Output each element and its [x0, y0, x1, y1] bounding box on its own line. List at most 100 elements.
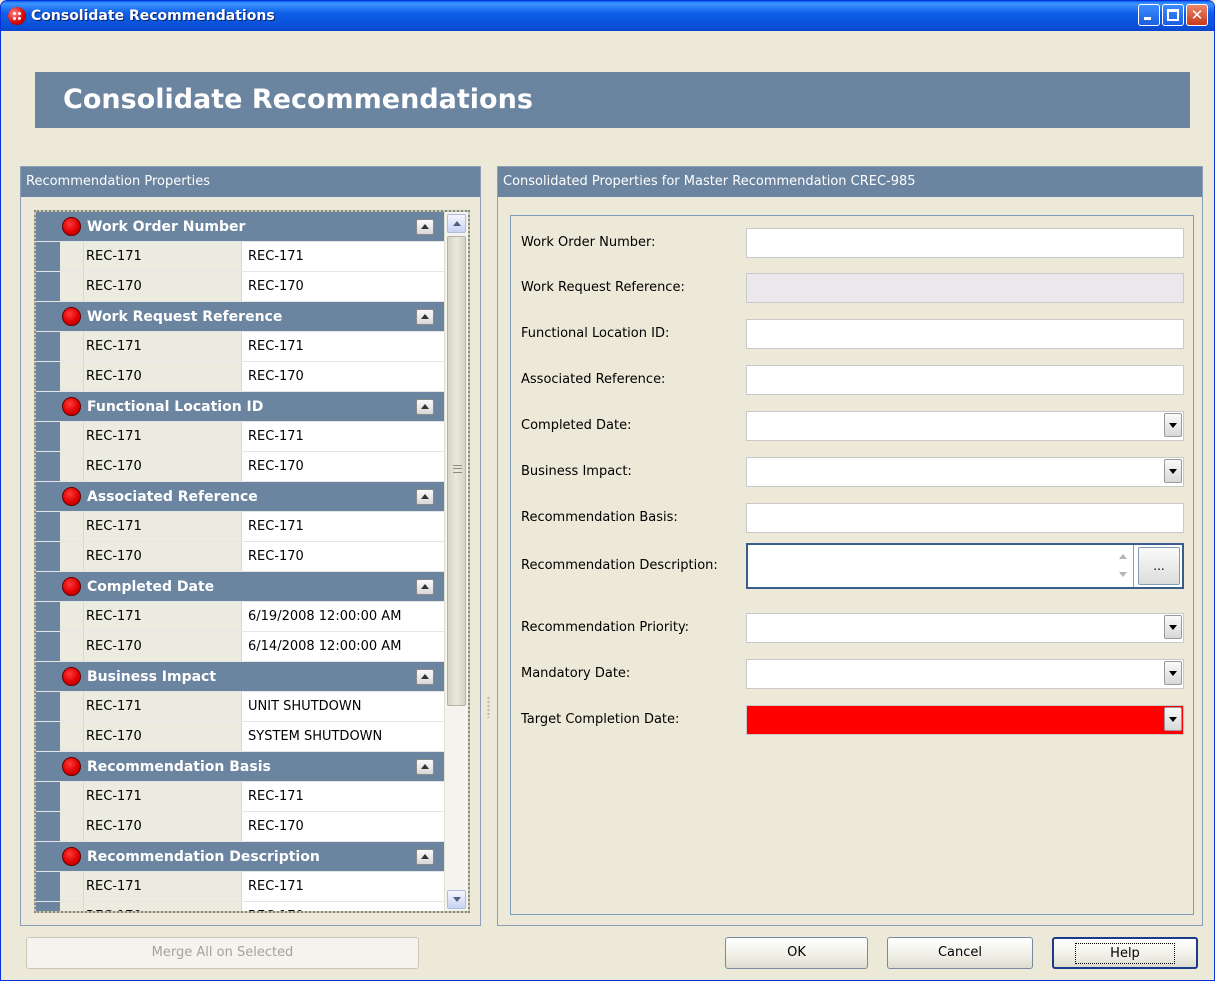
grid-row[interactable]: REC-170REC-170: [36, 542, 444, 572]
grid-row[interactable]: REC-170REC-170: [36, 812, 444, 842]
memo-scroll[interactable]: [1114, 548, 1132, 584]
chevron-up-icon[interactable]: [1114, 548, 1132, 566]
text-field[interactable]: [746, 319, 1184, 349]
text-field[interactable]: [746, 228, 1184, 258]
row-selector[interactable]: [60, 452, 84, 481]
row-selector[interactable]: [60, 782, 84, 811]
scroll-down-button[interactable]: [447, 890, 466, 909]
group-header[interactable]: Business Impact: [36, 662, 444, 692]
row-selector[interactable]: [60, 362, 84, 391]
ok-button[interactable]: OK: [725, 937, 868, 969]
group-header[interactable]: Completed Date: [36, 572, 444, 602]
row-selector[interactable]: [60, 602, 84, 631]
row-selector[interactable]: [60, 872, 84, 901]
collapse-up-icon[interactable]: [416, 489, 434, 505]
text-field[interactable]: [746, 503, 1184, 533]
maximize-icon: [1167, 9, 1179, 21]
chevron-down-icon[interactable]: [1114, 566, 1132, 584]
chevron-down-icon[interactable]: [1164, 707, 1182, 731]
grid-row[interactable]: REC-170REC-170: [36, 902, 444, 911]
group-header[interactable]: Associated Reference: [36, 482, 444, 512]
property-value-cell[interactable]: REC-170: [242, 272, 444, 301]
grid-row[interactable]: REC-171 REC-171: [36, 332, 444, 362]
property-value-cell[interactable]: 6/14/2008 12:00:00 AM: [242, 632, 444, 661]
grid-row[interactable]: REC-171 UNIT SHUTDOWN: [36, 692, 444, 722]
grid-row[interactable]: REC-171 REC-171: [36, 512, 444, 542]
panel-splitter[interactable]: [484, 166, 494, 926]
property-value-cell[interactable]: REC-170: [242, 362, 444, 391]
vertical-scrollbar[interactable]: [444, 212, 468, 911]
group-header[interactable]: Work Order Number: [36, 212, 444, 242]
cancel-button[interactable]: Cancel: [887, 937, 1033, 969]
property-value-cell[interactable]: REC-171: [242, 242, 444, 271]
collapse-up-icon[interactable]: [416, 759, 434, 775]
property-value-cell[interactable]: REC-170: [242, 902, 444, 911]
grid-row[interactable]: REC-170 6/14/2008 12:00:00 AM: [36, 632, 444, 662]
row-selector[interactable]: [60, 272, 84, 301]
chevron-down-icon[interactable]: [1164, 413, 1182, 437]
dropdown-field[interactable]: [746, 659, 1184, 689]
collapse-up-icon[interactable]: [416, 669, 434, 685]
property-value-cell[interactable]: REC-170: [242, 452, 444, 481]
row-selector[interactable]: [60, 722, 84, 751]
group-header[interactable]: Functional Location ID: [36, 392, 444, 422]
row-selector[interactable]: [60, 422, 84, 451]
close-button[interactable]: ✕: [1186, 4, 1208, 26]
property-value-cell[interactable]: SYSTEM SHUTDOWN: [242, 722, 444, 751]
row-selector[interactable]: [60, 542, 84, 571]
merge-all-button[interactable]: Merge All on Selected: [26, 937, 419, 969]
dropdown-field[interactable]: [746, 411, 1184, 441]
recommendation-description-field[interactable]: ...: [746, 543, 1184, 589]
maximize-button[interactable]: [1162, 4, 1184, 26]
row-selector[interactable]: [60, 332, 84, 361]
dropdown-field[interactable]: [746, 705, 1184, 735]
title-bar[interactable]: Consolidate Recommendations ✕: [1, 1, 1214, 31]
property-value-cell[interactable]: UNIT SHUTDOWN: [242, 692, 444, 721]
collapse-up-icon[interactable]: [416, 219, 434, 235]
form-row: Recommendation Basis:: [511, 503, 1193, 533]
chevron-down-icon[interactable]: [1164, 661, 1182, 685]
row-selector[interactable]: [60, 902, 84, 911]
grid-row[interactable]: REC-171 REC-171: [36, 782, 444, 812]
property-value-cell[interactable]: REC-170: [242, 812, 444, 841]
grid-row[interactable]: REC-171 REC-171: [36, 872, 444, 902]
text-field[interactable]: [746, 365, 1184, 395]
scroll-up-button[interactable]: [447, 214, 466, 233]
scroll-thumb[interactable]: [447, 236, 466, 706]
properties-grid[interactable]: Work Order Number REC-171 REC-171 REC-170 RE…: [34, 210, 470, 913]
row-selector[interactable]: [60, 692, 84, 721]
minimize-button[interactable]: [1138, 4, 1160, 26]
collapse-up-icon[interactable]: [416, 399, 434, 415]
collapse-up-icon[interactable]: [416, 849, 434, 865]
collapse-up-icon[interactable]: [416, 309, 434, 325]
grid-row[interactable]: REC-170 SYSTEM SHUTDOWN: [36, 722, 444, 752]
property-value-cell[interactable]: REC-171: [242, 782, 444, 811]
row-selector[interactable]: [60, 812, 84, 841]
row-selector[interactable]: [60, 242, 84, 271]
grid-row[interactable]: REC-171 REC-171: [36, 242, 444, 272]
grid-row[interactable]: REC-170REC-170: [36, 452, 444, 482]
row-selector[interactable]: [60, 632, 84, 661]
property-value-cell[interactable]: 6/19/2008 12:00:00 AM: [242, 602, 444, 631]
grid-row[interactable]: REC-170REC-170: [36, 362, 444, 392]
dropdown-field[interactable]: [746, 613, 1184, 643]
group-header[interactable]: Recommendation Basis: [36, 752, 444, 782]
property-value-cell[interactable]: REC-170: [242, 542, 444, 571]
grid-row[interactable]: REC-170REC-170: [36, 272, 444, 302]
property-value-cell[interactable]: REC-171: [242, 872, 444, 901]
property-value-cell[interactable]: REC-171: [242, 332, 444, 361]
group-header[interactable]: Recommendation Description: [36, 842, 444, 872]
group-header[interactable]: Work Request Reference: [36, 302, 444, 332]
grid-row[interactable]: REC-171 REC-171: [36, 422, 444, 452]
dropdown-field[interactable]: [746, 457, 1184, 487]
collapse-up-icon[interactable]: [416, 579, 434, 595]
row-selector[interactable]: [60, 512, 84, 541]
grid-row[interactable]: REC-171 6/19/2008 12:00:00 AM: [36, 602, 444, 632]
help-button[interactable]: Help: [1052, 937, 1198, 969]
property-value-cell[interactable]: REC-171: [242, 422, 444, 451]
chevron-down-icon[interactable]: [1164, 615, 1182, 639]
ellipsis-button[interactable]: ...: [1138, 547, 1180, 585]
property-value-cell[interactable]: REC-171: [242, 512, 444, 541]
chevron-down-icon[interactable]: [1164, 459, 1182, 483]
consolidate-dialog: Consolidate Recommendations ✕ Consolidat…: [0, 0, 1215, 981]
